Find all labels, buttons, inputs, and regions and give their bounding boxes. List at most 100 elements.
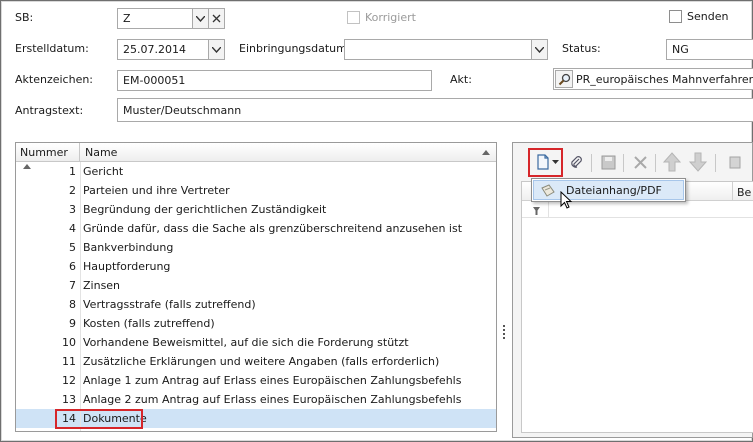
table-row[interactable]: 3 Begründung der gerichtlichen Zuständigk… bbox=[16, 200, 496, 219]
status-value: NG bbox=[672, 43, 689, 56]
sort-icon bbox=[482, 150, 490, 155]
row-name: Zinsen bbox=[83, 279, 121, 292]
row-number: 5 bbox=[69, 241, 76, 254]
einbringungsdatum-input[interactable] bbox=[344, 39, 532, 60]
korrigiert-checkbox[interactable] bbox=[347, 11, 360, 24]
status-input[interactable]: NG bbox=[666, 39, 753, 60]
grid-header: Nummer Name bbox=[16, 143, 496, 169]
filter-row[interactable] bbox=[522, 202, 753, 218]
akt-search-button[interactable] bbox=[555, 70, 573, 88]
table-row[interactable]: 7 Zinsen bbox=[16, 276, 496, 295]
row-name: Gericht bbox=[83, 165, 124, 178]
chevron-down-icon bbox=[196, 15, 205, 22]
save-button[interactable] bbox=[597, 151, 619, 173]
arrow-down-icon bbox=[689, 152, 707, 172]
row-number: 3 bbox=[69, 203, 76, 216]
attachments-grid: Be bbox=[521, 181, 753, 433]
attach-button[interactable] bbox=[565, 151, 587, 173]
row-number: 1 bbox=[69, 165, 76, 178]
row-name: Begründung der gerichtlichen Zuständigke… bbox=[83, 203, 327, 216]
status-label: Status: bbox=[562, 42, 601, 55]
row-name: Vertragsstrafe (falls zutreffend) bbox=[83, 298, 256, 311]
akt-input[interactable]: PR_europäisches Mahnverfahren bbox=[553, 68, 753, 90]
erstelldatum-dropdown-button[interactable] bbox=[208, 39, 225, 60]
panel-splitter[interactable] bbox=[502, 325, 506, 341]
table-row[interactable]: 2 Parteien und ihre Vertreter bbox=[16, 181, 496, 200]
row-name: Vorhandene Beweismittel, auf die sich di… bbox=[83, 336, 409, 349]
toolbar-separator bbox=[591, 154, 592, 172]
table-row[interactable]: 11 Zusätzliche Erklärungen und weitere An… bbox=[16, 352, 496, 371]
row-14-highlight bbox=[55, 409, 143, 429]
row-number: 11 bbox=[62, 355, 76, 368]
table-row[interactable]: 10 Vorhandene Beweismittel, auf die sich … bbox=[16, 333, 496, 352]
paperclip-icon bbox=[571, 156, 582, 168]
row-number: 13 bbox=[62, 393, 76, 406]
row-name: Kosten (falls zutreffend) bbox=[83, 317, 215, 330]
row-name: Bankverbindung bbox=[83, 241, 174, 254]
antragstext-value: Muster/Deutschmann bbox=[123, 104, 242, 117]
menu-item-label: Dateianhang/PDF bbox=[566, 184, 662, 197]
sb-dropdown-button[interactable] bbox=[192, 8, 209, 29]
column-header-nummer[interactable]: Nummer bbox=[16, 143, 80, 169]
mouse-cursor-icon bbox=[560, 191, 573, 209]
save-icon bbox=[601, 155, 615, 169]
row-number: 6 bbox=[69, 260, 76, 273]
move-up-button[interactable] bbox=[661, 151, 683, 173]
table-row[interactable]: 5 Bankverbindung bbox=[16, 238, 496, 257]
table-row[interactable]: 12 Anlage 1 zum Antrag auf Erlass eines E… bbox=[16, 371, 496, 390]
toolbar-separator bbox=[715, 154, 716, 172]
filter-icon bbox=[533, 207, 540, 215]
sb-value: Z bbox=[123, 12, 131, 25]
column-header-nummer-label: Nummer bbox=[20, 146, 68, 159]
table-row[interactable]: 9 Kosten (falls zutreffend) bbox=[16, 314, 496, 333]
row-name: Anlage 2 zum Antrag auf Erlass eines Eur… bbox=[83, 393, 462, 406]
chevron-down-icon bbox=[535, 46, 544, 53]
move-down-button[interactable] bbox=[687, 151, 709, 173]
table-row[interactable]: 4 Gründe dafür, dass die Sache als grenzü… bbox=[16, 219, 496, 238]
row-number: 2 bbox=[69, 184, 76, 197]
more-button[interactable] bbox=[724, 151, 746, 173]
toolbar-separator bbox=[655, 154, 656, 172]
sb-label: SB: bbox=[15, 11, 34, 24]
antragstext-label: Antragstext: bbox=[15, 104, 84, 117]
new-document-highlight bbox=[528, 148, 563, 177]
sb-combo[interactable]: Z bbox=[117, 8, 197, 29]
senden-checkbox[interactable] bbox=[669, 10, 682, 23]
column-divider bbox=[732, 182, 733, 201]
row-number: 7 bbox=[69, 279, 76, 292]
table-row[interactable]: 8 Vertragsstrafe (falls zutreffend) bbox=[16, 295, 496, 314]
column-divider bbox=[80, 162, 81, 431]
search-icon bbox=[558, 73, 570, 85]
close-icon bbox=[212, 14, 221, 23]
einbringungsdatum-dropdown-button[interactable] bbox=[531, 39, 548, 60]
delete-button[interactable] bbox=[629, 151, 651, 173]
new-document-menu: Dateianhang/PDF bbox=[531, 178, 686, 202]
row-name: Gründe dafür, dass die Sache als grenzüb… bbox=[83, 222, 463, 235]
menu-item-dateianhang-pdf[interactable]: Dateianhang/PDF bbox=[533, 180, 684, 200]
korrigiert-label: Korrigiert bbox=[365, 11, 416, 24]
sb-clear-button[interactable] bbox=[208, 8, 225, 29]
row-name: Zusätzliche Erklärungen und weitere Anga… bbox=[83, 355, 440, 368]
table-row[interactable]: 6 Hauptforderung bbox=[16, 257, 496, 276]
row-name: Parteien und ihre Vertreter bbox=[83, 184, 230, 197]
akt-label: Akt: bbox=[450, 73, 472, 86]
aktenzeichen-input[interactable]: EM-000051 bbox=[117, 70, 432, 91]
senden-label: Senden bbox=[687, 10, 729, 23]
column-header-be[interactable]: Be bbox=[737, 186, 751, 199]
column-divider bbox=[548, 202, 549, 218]
sections-grid: Nummer Name 1 Gericht 2 Parteien und ihre V… bbox=[15, 142, 497, 432]
erstelldatum-input[interactable]: 25.07.2014 bbox=[117, 39, 209, 60]
row-number: 9 bbox=[69, 317, 76, 330]
row-number: 12 bbox=[62, 374, 76, 387]
erstelldatum-label: Erstelldatum: bbox=[15, 42, 89, 55]
column-header-name[interactable]: Name bbox=[81, 143, 496, 162]
aktenzeichen-value: EM-000051 bbox=[123, 74, 186, 87]
table-row[interactable]: 13 Anlage 2 zum Antrag auf Erlass eines E… bbox=[16, 390, 496, 409]
pdf-attachment-icon bbox=[541, 184, 555, 197]
row-number: 8 bbox=[69, 298, 76, 311]
arrow-up-icon bbox=[663, 152, 681, 172]
document-icon bbox=[729, 156, 741, 169]
row-number: 4 bbox=[69, 222, 76, 235]
antragstext-input[interactable]: Muster/Deutschmann bbox=[117, 98, 753, 122]
table-row[interactable]: 1 Gericht bbox=[16, 162, 496, 181]
